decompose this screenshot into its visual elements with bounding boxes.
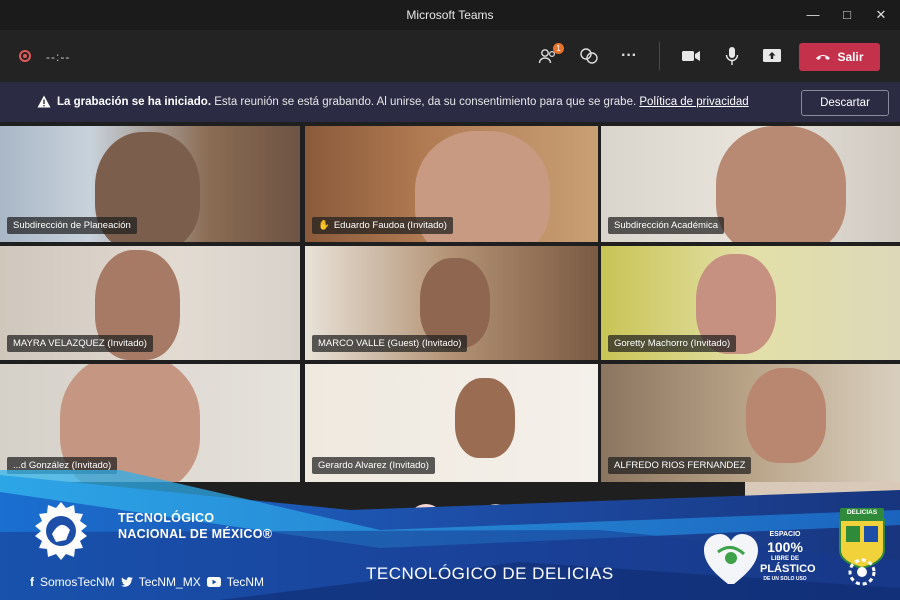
institution-line2: NACIONAL DE MÉXICO® (118, 527, 273, 541)
tecnm-logo-icon (35, 502, 87, 560)
meeting-timer: --:-- (46, 50, 71, 64)
meeting-toolbar: --:-- 1 ··· Salir (0, 30, 900, 82)
institution-name: TECNOLÓGICO NACIONAL DE MÉXICO® (118, 510, 272, 542)
badge-line4: PLÁSTICO (760, 563, 816, 575)
raised-hand-icon: ✋ (318, 220, 330, 231)
delicias-crest-icon (839, 508, 885, 586)
minimize-icon[interactable]: — (804, 6, 822, 24)
dismiss-button[interactable]: Descartar (801, 90, 889, 116)
video-tile[interactable]: ALFREDO RIOS FERNANDEZ (601, 364, 900, 482)
participant-name-label: Subdirección Académica (608, 217, 725, 234)
title-bar: Microsoft Teams — □ ✕ (0, 0, 900, 30)
campus-name: TECNOLÓGICO DE DELICIAS (366, 564, 614, 583)
close-icon[interactable]: ✕ (872, 6, 890, 24)
toolbar-divider (659, 42, 660, 70)
more-options-icon[interactable]: ··· (617, 44, 641, 68)
video-tile[interactable]: MARCO VALLE (Guest) (Invitado) (305, 246, 598, 360)
branding-footer: TECNOLÓGICO NACIONAL DE MÉXICO® f SomosT… (0, 470, 900, 600)
window-title: Microsoft Teams (406, 8, 494, 22)
participant-name-label: MARCO VALLE (Guest) (Invitado) (312, 335, 468, 352)
warning-icon (37, 95, 51, 108)
twitter-icon (120, 577, 133, 587)
recording-indicator-icon (19, 50, 31, 62)
leave-button[interactable]: Salir (799, 43, 880, 71)
plastic-free-badge-text: ESPACIO 100% LIBRE DE PLÁSTICO DE UN SOL… (760, 530, 816, 584)
youtube-handle[interactable]: TecNM (227, 575, 264, 589)
share-screen-icon[interactable] (760, 44, 784, 68)
participant-name-label: Goretty Machorro (Invitado) (608, 335, 737, 352)
youtube-icon (206, 577, 221, 587)
video-tile[interactable]: Goretty Machorro (Invitado) (601, 246, 900, 360)
video-grid: Subdirección de Planeación ✋ Eduardo Faud… (0, 126, 900, 482)
chat-icon[interactable] (577, 44, 601, 68)
video-tile[interactable]: Subdirección de Planeación (0, 126, 300, 242)
maximize-icon[interactable]: □ (838, 6, 856, 24)
twitter-handle[interactable]: TecNM_MX (139, 575, 201, 589)
badge-line2: 100% (767, 539, 803, 555)
video-tile[interactable]: Gerardo Alvarez (Invitado) (305, 364, 598, 482)
participant-video (746, 368, 826, 463)
facebook-handle[interactable]: SomosTecNM (40, 575, 115, 589)
participant-video (716, 126, 846, 242)
participant-name-label: MAYRA VELAZQUEZ (Invitado) (7, 335, 153, 352)
recording-banner: La grabación se ha iniciado. Esta reunió… (0, 82, 900, 122)
crest-label: DELICIAS (846, 509, 878, 516)
recording-message: La grabación se ha iniciado. Esta reunió… (57, 96, 749, 108)
leave-button-label: Salir (837, 50, 864, 64)
participant-name-label: ✋ Eduardo Faudoa (Invitado) (312, 217, 453, 234)
video-tile[interactable]: ✋ Eduardo Faudoa (Invitado) (305, 126, 598, 242)
phone-hangup-icon (816, 55, 831, 60)
privacy-policy-link[interactable]: Política de privacidad (639, 96, 748, 108)
badge-line5: DE UN SOLO USO (763, 576, 807, 582)
video-tile[interactable]: MAYRA VELAZQUEZ (Invitado) (0, 246, 300, 360)
camera-icon[interactable] (679, 44, 703, 68)
participant-video (455, 378, 515, 458)
recording-message-bold: La grabación se ha iniciado. (57, 96, 212, 108)
video-tile[interactable]: ...d González (Invitado) (0, 364, 300, 482)
facebook-icon: f (30, 575, 34, 589)
microphone-icon[interactable] (720, 44, 744, 68)
institution-line1: TECNOLÓGICO (118, 511, 215, 525)
recording-message-text: Esta reunión se está grabando. Al unirse… (214, 96, 637, 108)
participants-badge: 1 (553, 43, 564, 54)
participant-name-label: Subdirección de Planeación (7, 217, 137, 234)
video-tile[interactable]: Subdirección Académica (601, 126, 900, 242)
social-links: f SomosTecNM TecNM_MX TecNM (30, 575, 264, 589)
